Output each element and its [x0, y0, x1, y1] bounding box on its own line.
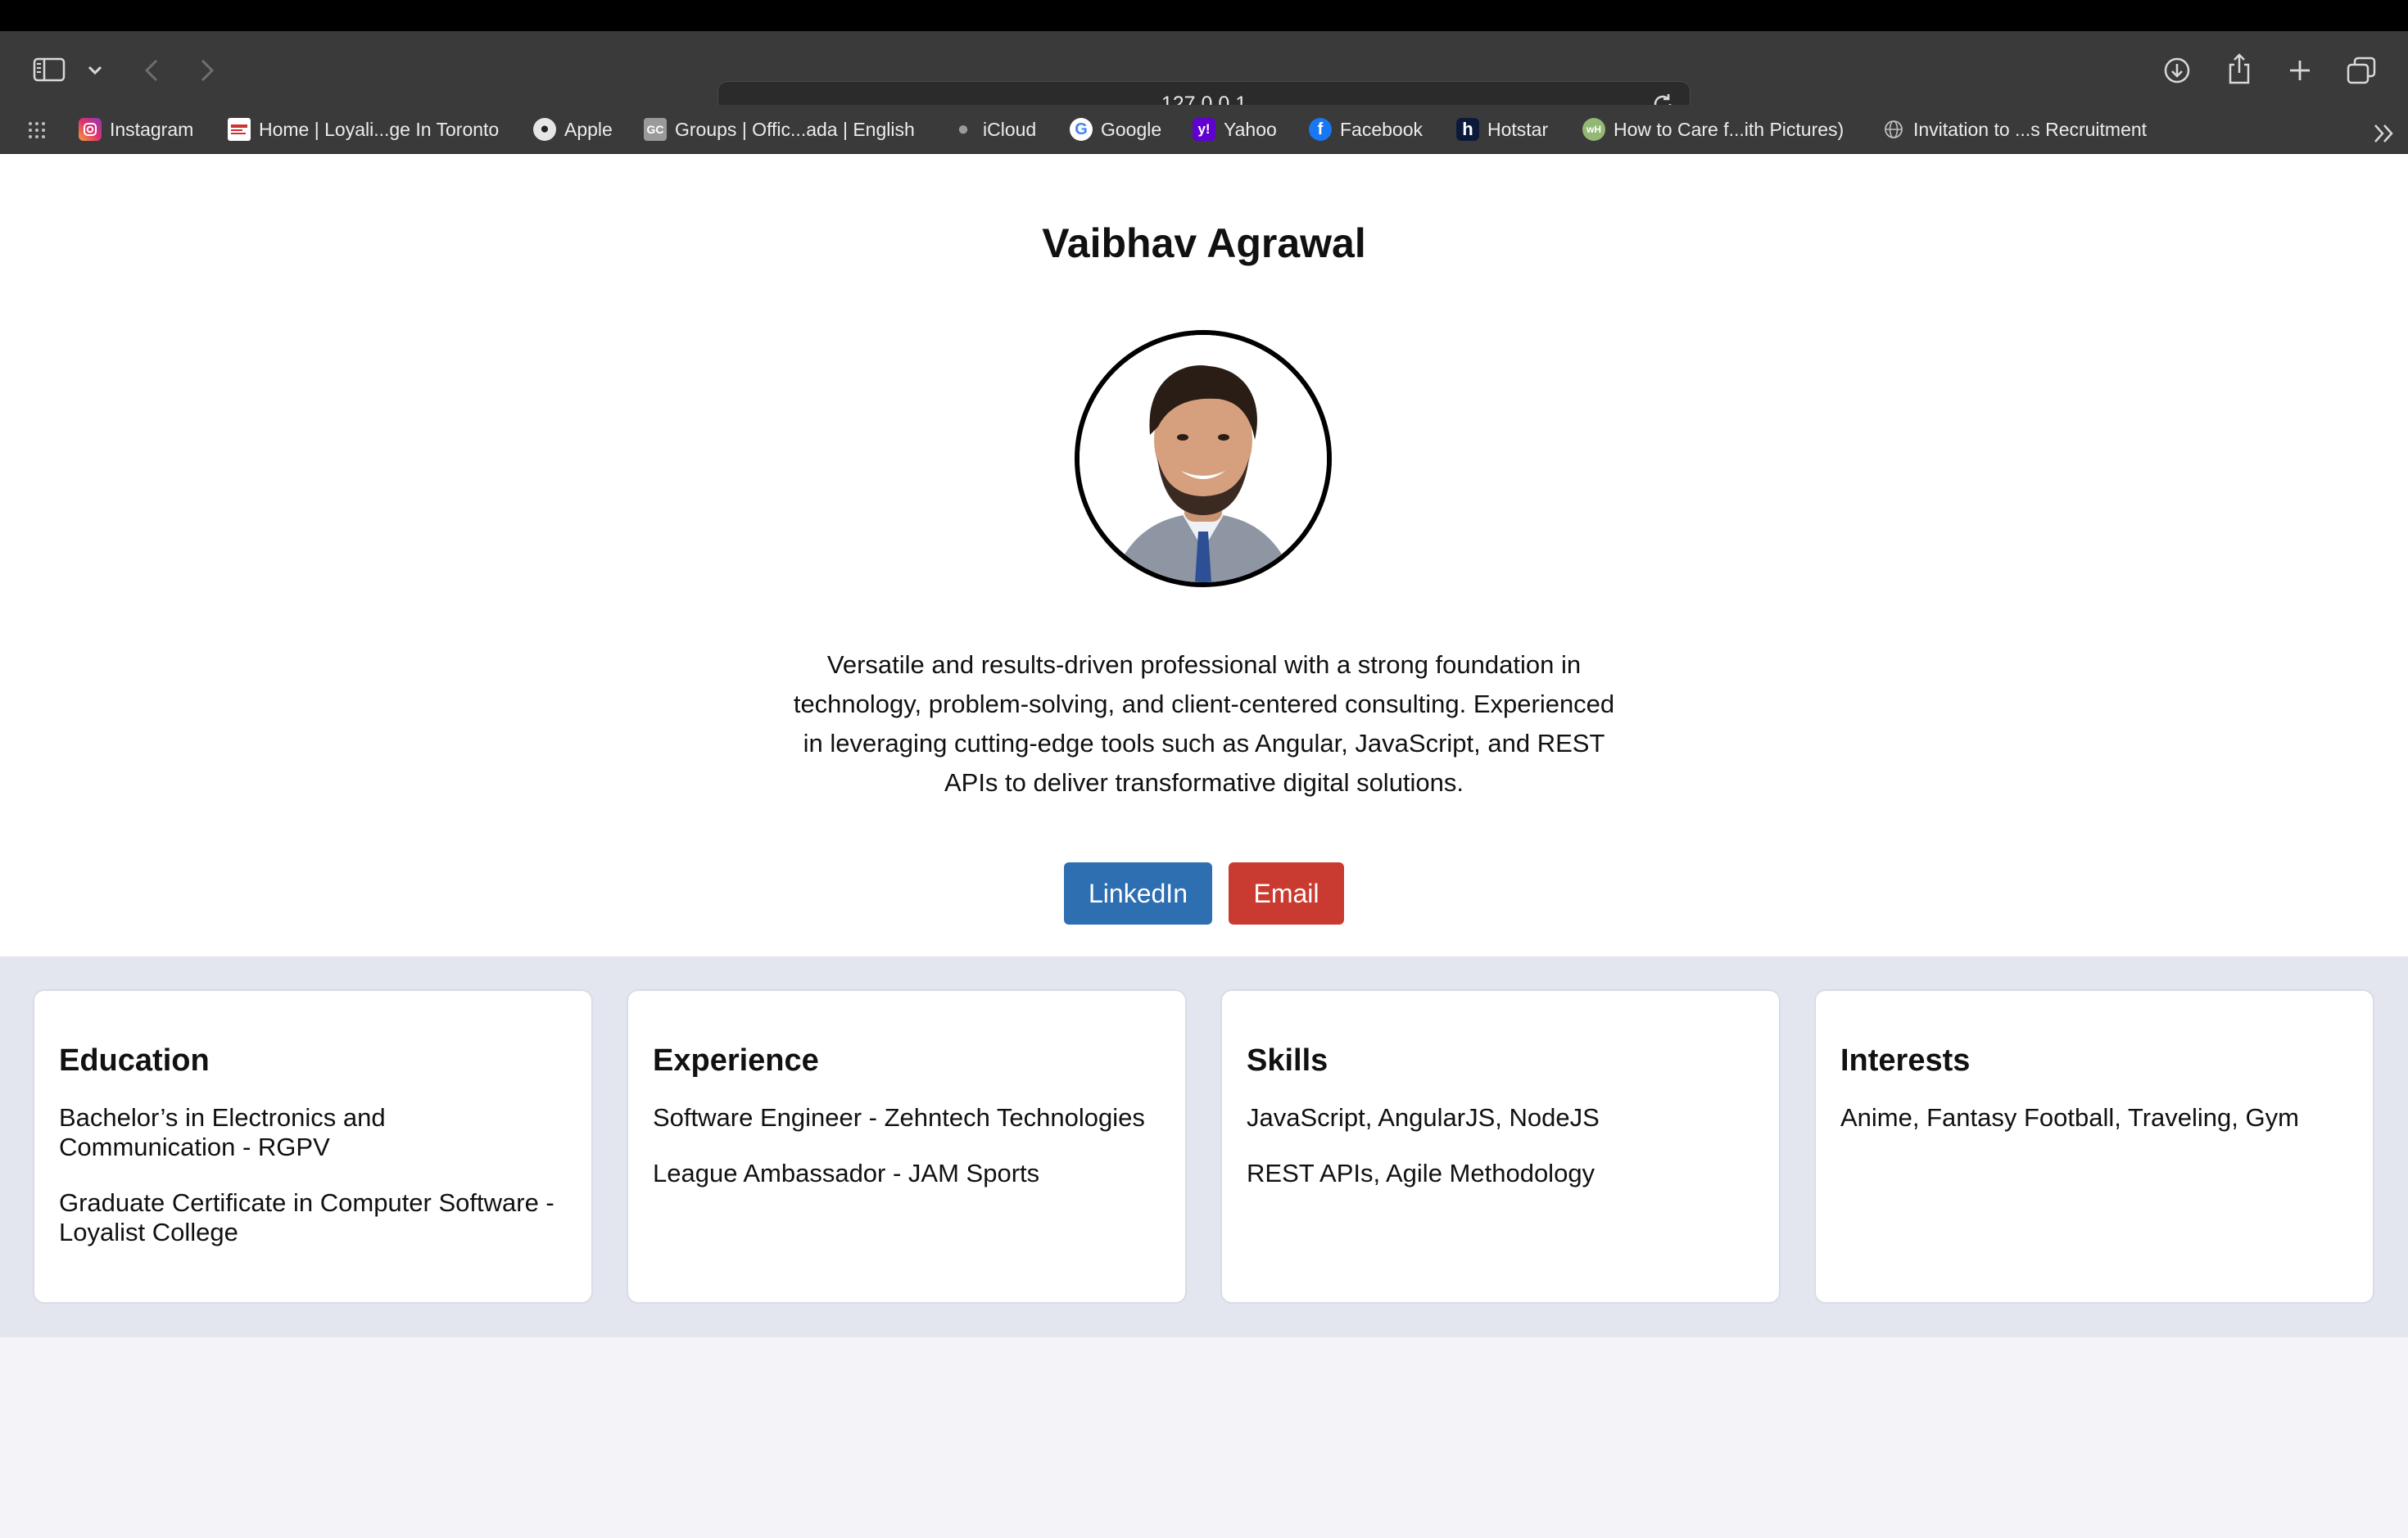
- bookmark-wikihow[interactable]: wH How to Care f...ith Pictures): [1582, 115, 1844, 144]
- facebook-icon: f: [1309, 118, 1332, 141]
- groups-icon: GC: [644, 118, 667, 141]
- bookmark-icloud[interactable]: ● iCloud: [952, 115, 1036, 144]
- yahoo-icon: y!: [1193, 118, 1215, 141]
- card-title: Education: [59, 1043, 210, 1078]
- experience-card: Experience Software Engineer - Zehntech …: [627, 989, 1187, 1304]
- bookmark-label: Hotstar: [1487, 118, 1549, 140]
- bookmark-label: Yahoo: [1224, 118, 1277, 140]
- bookmark-google[interactable]: G Google: [1070, 115, 1161, 144]
- email-button[interactable]: Email: [1229, 862, 1344, 925]
- back-icon[interactable]: [139, 56, 164, 85]
- linkedin-button[interactable]: LinkedIn: [1064, 862, 1212, 925]
- downloads-icon[interactable]: [2162, 56, 2192, 85]
- card-title: Experience: [653, 1043, 819, 1078]
- card-item: REST APIs, Agile Methodology: [1247, 1159, 1596, 1187]
- card-item: League Ambassador - JAM Sports: [653, 1159, 1040, 1187]
- card-item: Software Engineer - Zehntech Technologie…: [653, 1103, 1145, 1132]
- google-icon: G: [1070, 118, 1093, 141]
- icloud-icon: ●: [957, 118, 970, 140]
- tab-group-chevron-down-icon[interactable]: [85, 61, 105, 80]
- bookmark-label: How to Care f...ith Pictures): [1614, 118, 1844, 140]
- skills-card: Skills JavaScript, AngularJS, NodeJS RES…: [1220, 989, 1781, 1304]
- bookmark-hotstar[interactable]: h Hotstar: [1456, 115, 1548, 144]
- bookmarks-overflow-chevron-icon[interactable]: [2372, 121, 2397, 146]
- bookmark-label: Facebook: [1340, 118, 1424, 140]
- info-cards-section: Education Bachelor’s in Electronics and …: [0, 957, 2408, 1337]
- loyalist-icon: [228, 118, 251, 141]
- bookmark-label: Google: [1101, 118, 1162, 140]
- bookmark-groups[interactable]: GC Groups | Offic...ada | English: [644, 115, 915, 144]
- bookmark-apple[interactable]: ● Apple: [533, 115, 613, 144]
- bookmark-loyalist-home[interactable]: Home | Loyali...ge In Toronto: [228, 115, 499, 144]
- bookmark-label: Apple: [564, 118, 613, 140]
- card-title: Interests: [1840, 1043, 1971, 1078]
- bookmark-label: Groups | Offic...ada | English: [675, 118, 915, 140]
- bookmark-invitation[interactable]: Invitation to ...s Recruitment: [1882, 115, 2147, 144]
- tab-overview-icon[interactable]: [2346, 56, 2377, 85]
- bookmark-instagram[interactable]: Instagram: [79, 115, 193, 144]
- instagram-icon: [79, 118, 102, 141]
- card-item: Bachelor’s in Electronics and Communicat…: [59, 1103, 386, 1161]
- bookmark-facebook[interactable]: f Facebook: [1309, 115, 1423, 144]
- bookmark-yahoo[interactable]: y! Yahoo: [1193, 115, 1277, 144]
- bookmark-label: iCloud: [983, 118, 1037, 140]
- card-item: JavaScript, AngularJS, NodeJS: [1247, 1103, 1600, 1132]
- globe-icon: [1882, 118, 1905, 141]
- card-item: Anime, Fantasy Football, Traveling, Gym: [1840, 1103, 2299, 1132]
- new-tab-icon[interactable]: [2285, 56, 2315, 85]
- bookmark-label: Invitation to ...s Recruitment: [1913, 118, 2148, 140]
- education-card: Education Bachelor’s in Electronics and …: [33, 989, 593, 1304]
- bookmark-label: Instagram: [110, 118, 194, 140]
- page-viewport: Vaibhav Agrawal Versatile and results-dr…: [0, 154, 2408, 1538]
- share-icon[interactable]: [2225, 52, 2254, 85]
- profile-avatar: [1075, 330, 1332, 587]
- screen-top-bar: [0, 0, 2408, 31]
- card-title: Skills: [1247, 1043, 1328, 1078]
- bookmark-label: Home | Loyali...ge In Toronto: [259, 118, 500, 140]
- sidebar-toggle-icon[interactable]: [31, 56, 67, 84]
- profile-bio: Versatile and results-driven professiona…: [793, 650, 1615, 797]
- wikihow-icon: wH: [1582, 118, 1605, 141]
- interests-card: Interests Anime, Fantasy Football, Trave…: [1814, 989, 2374, 1304]
- browser-toolbar: 127.0.0.1: [0, 31, 2408, 127]
- profile-name: Vaibhav Agrawal: [1042, 220, 1366, 266]
- apple-icon: ●: [533, 118, 556, 141]
- hotstar-icon: h: [1456, 118, 1479, 141]
- forward-icon[interactable]: [195, 56, 220, 85]
- apps-grid-icon[interactable]: [26, 120, 48, 141]
- profile-header: Vaibhav Agrawal Versatile and results-dr…: [0, 154, 2408, 957]
- card-item: Graduate Certificate in Computer Softwar…: [59, 1188, 554, 1246]
